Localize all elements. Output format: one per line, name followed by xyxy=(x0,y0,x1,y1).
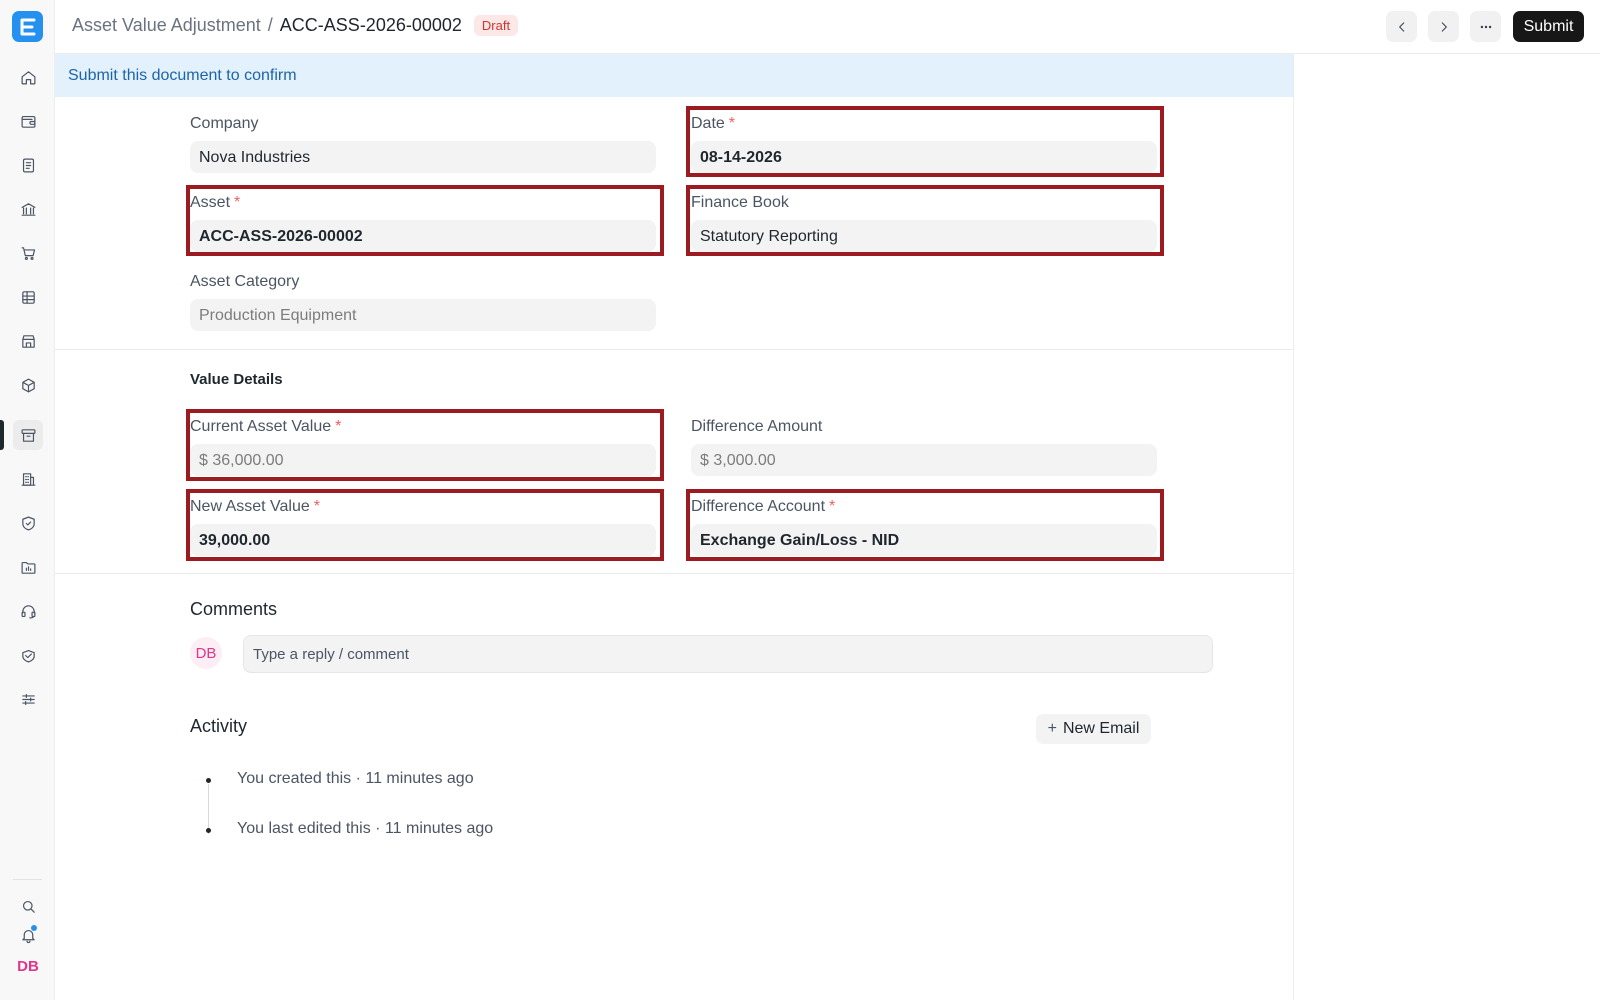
page-header: Asset Value Adjustment / ACC-ASS-2026-00… xyxy=(55,0,1600,54)
date-field[interactable]: 08-14-2026 xyxy=(691,141,1157,173)
app-logo[interactable] xyxy=(12,11,43,42)
notifications-button[interactable] xyxy=(13,920,43,950)
sidebar-item-accounting[interactable] xyxy=(13,106,43,136)
activity-item: You created this · 11 minutes ago xyxy=(237,770,474,787)
next-record-button[interactable] xyxy=(1428,11,1459,42)
sidebar: DB xyxy=(0,0,55,1000)
difference-amount-label: Difference Amount xyxy=(691,418,823,435)
page-title: ACC-ASS-2026-00002 xyxy=(279,15,462,35)
home-icon xyxy=(21,70,35,84)
sidebar-item-support[interactable] xyxy=(13,596,43,626)
handshake-icon xyxy=(21,649,35,662)
asset-label: Asset * xyxy=(190,194,241,211)
new-asset-value-label: New Asset Value * xyxy=(190,498,320,515)
headset-icon xyxy=(21,604,35,618)
new-asset-value-field[interactable]: 39,000.00 xyxy=(190,524,656,556)
sidebar-item-crm[interactable] xyxy=(13,640,43,670)
sidebar-item-home[interactable] xyxy=(13,62,43,92)
breadcrumb-parent[interactable]: Asset Value Adjustment xyxy=(72,15,261,36)
activity-item: You last edited this · 11 minutes ago xyxy=(237,820,494,837)
timeline-line xyxy=(208,784,209,834)
document-icon xyxy=(22,158,34,172)
sidebar-item-invoicing[interactable] xyxy=(13,150,43,180)
submit-banner: Submit this document to confirm xyxy=(55,54,1293,97)
search-button[interactable] xyxy=(13,891,43,921)
asset-category-label: Asset Category xyxy=(190,273,300,290)
comment-avatar: DB xyxy=(190,637,222,669)
chevron-right-icon xyxy=(1441,21,1447,32)
asset-category-field: Production Equipment xyxy=(190,299,656,331)
table-icon xyxy=(21,290,35,304)
bank-icon xyxy=(21,202,35,216)
date-label: Date * xyxy=(691,115,736,132)
difference-account-field[interactable]: Exchange Gain/Loss - NID xyxy=(691,524,1157,556)
notification-dot xyxy=(30,924,38,932)
sidebar-item-banking[interactable] xyxy=(13,194,43,224)
main-content: Submit this document to confirm Company … xyxy=(55,54,1294,1000)
sidebar-item-assets[interactable] xyxy=(13,420,43,450)
difference-amount-field: $ 3,000.00 xyxy=(691,444,1157,476)
wallet-icon xyxy=(21,115,35,128)
ellipsis-icon xyxy=(1480,25,1491,28)
section-divider xyxy=(55,573,1293,574)
company-field[interactable]: Nova Industries xyxy=(190,141,656,173)
store-icon xyxy=(21,334,35,348)
active-indicator xyxy=(0,420,4,450)
sidebar-divider xyxy=(13,879,42,880)
user-avatar[interactable]: DB xyxy=(13,958,43,982)
asset-field[interactable]: ACC-ASS-2026-00002 xyxy=(190,220,656,252)
finance-book-label: Finance Book xyxy=(691,194,789,211)
archive-icon xyxy=(21,428,35,442)
breadcrumb-separator: / xyxy=(267,15,273,35)
difference-account-label: Difference Account * xyxy=(691,498,836,515)
activity-title: Activity xyxy=(190,716,248,736)
shield-icon xyxy=(21,516,35,530)
chevron-left-icon xyxy=(1398,21,1404,32)
box-icon xyxy=(21,378,35,392)
value-details-title: Value Details xyxy=(190,371,283,388)
folder-chart-icon xyxy=(21,561,35,574)
search-icon xyxy=(22,900,35,913)
comments-title: Comments xyxy=(190,599,278,619)
sidebar-item-reports[interactable] xyxy=(13,282,43,312)
sidebar-item-stock[interactable] xyxy=(13,370,43,400)
sidebar-item-selling[interactable] xyxy=(13,326,43,356)
building-icon xyxy=(21,472,35,486)
current-asset-value-field: $ 36,000.00 xyxy=(190,444,656,476)
sliders-icon xyxy=(21,693,35,705)
company-label: Company xyxy=(190,115,259,132)
previous-record-button[interactable] xyxy=(1386,11,1417,42)
more-actions-button[interactable] xyxy=(1470,11,1501,42)
section-divider xyxy=(55,349,1293,350)
status-badge: Draft xyxy=(473,15,519,36)
timeline-dot xyxy=(206,778,211,783)
cart-icon xyxy=(21,246,35,260)
comment-input[interactable] xyxy=(243,635,1213,673)
current-asset-value-label: Current Asset Value * xyxy=(190,418,342,435)
new-email-label: New Email xyxy=(1062,720,1140,737)
sidebar-item-organization[interactable] xyxy=(13,464,43,494)
plus-icon: + xyxy=(1047,720,1057,737)
submit-button[interactable]: Submit xyxy=(1513,11,1584,42)
finance-book-field[interactable]: Statutory Reporting xyxy=(691,220,1157,252)
logo-icon xyxy=(20,18,35,35)
sidebar-item-buying[interactable] xyxy=(13,238,43,268)
sidebar-item-settings[interactable] xyxy=(13,684,43,714)
sidebar-item-quality[interactable] xyxy=(13,508,43,538)
breadcrumb: Asset Value Adjustment / ACC-ASS-2026-00… xyxy=(72,15,519,36)
timeline-dot xyxy=(206,828,211,833)
new-email-button[interactable]: + New Email xyxy=(1036,714,1151,744)
sidebar-item-projects[interactable] xyxy=(13,552,43,582)
